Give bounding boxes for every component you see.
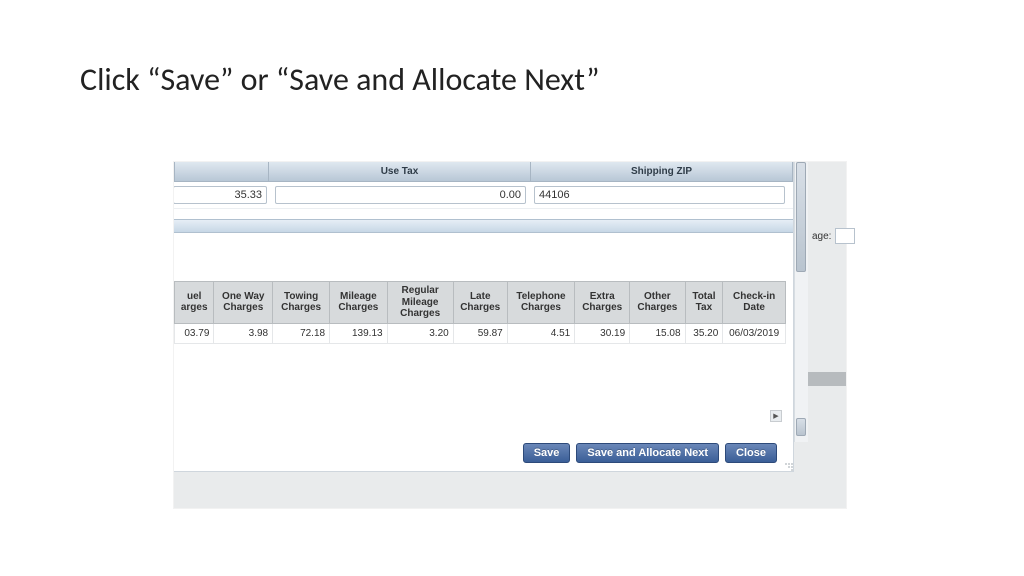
cell-extra: 30.19 (575, 323, 630, 343)
cell-check-in-date: 06/03/2019 (723, 323, 786, 343)
header-cell-empty (175, 162, 269, 181)
save-button[interactable]: Save (523, 443, 571, 463)
left-value-input[interactable]: 35.33 (174, 186, 267, 204)
dialog-panel: Use Tax Shipping ZIP 35.33 0.00 44106 ue… (174, 162, 794, 472)
background-strip (808, 372, 846, 386)
header-shipping-zip: Shipping ZIP (531, 162, 792, 181)
h-scroll-right-icon[interactable] (770, 410, 782, 422)
cell-other: 15.08 (630, 323, 685, 343)
input-row: 35.33 0.00 44106 (174, 182, 793, 209)
age-input-fragment[interactable] (835, 228, 855, 244)
v-scrollbar-thumb-bottom[interactable] (796, 418, 806, 436)
cell-mileage: 139.13 (330, 323, 388, 343)
col-one-way-charges: One Way Charges (214, 282, 273, 324)
slide-title: Click “Save” or “Save and Allocate Next” (80, 60, 599, 99)
save-and-allocate-next-button[interactable]: Save and Allocate Next (576, 443, 719, 463)
cell-telephone: 4.51 (507, 323, 574, 343)
cell-total-tax: 35.20 (685, 323, 723, 343)
table-row: 03.79 3.98 72.18 139.13 3.20 59.87 4.51 … (175, 323, 786, 343)
section-divider-bar (174, 219, 793, 233)
col-telephone-charges: Telephone Charges (507, 282, 574, 324)
col-towing-charges: Towing Charges (273, 282, 330, 324)
header-use-tax: Use Tax (269, 162, 531, 181)
col-total-tax: Total Tax (685, 282, 723, 324)
charges-grid: uel arges One Way Charges Towing Charges… (174, 281, 786, 344)
col-other-charges: Other Charges (630, 282, 685, 324)
close-button[interactable]: Close (725, 443, 777, 463)
v-scrollbar-thumb[interactable] (796, 162, 806, 272)
grid-header-row: uel arges One Way Charges Towing Charges… (175, 282, 786, 324)
cell-late: 59.87 (453, 323, 507, 343)
cell-towing: 72.18 (273, 323, 330, 343)
col-late-charges: Late Charges (453, 282, 507, 324)
shipping-zip-input[interactable]: 44106 (534, 186, 785, 204)
col-check-in-date: Check-in Date (723, 282, 786, 324)
age-label: age: (812, 231, 831, 242)
age-label-fragment: age: (812, 228, 855, 244)
header-row: Use Tax Shipping ZIP (174, 162, 793, 182)
col-fuel-charges: uel arges (175, 282, 214, 324)
screenshot-shell: Use Tax Shipping ZIP 35.33 0.00 44106 ue… (174, 162, 846, 508)
cell-reg-mile: 3.20 (387, 323, 453, 343)
cell-fuel: 03.79 (175, 323, 214, 343)
col-regular-mileage: Regular Mileage Charges (387, 282, 453, 324)
cell-one-way: 3.98 (214, 323, 273, 343)
col-mileage-charges: Mileage Charges (330, 282, 388, 324)
button-bar: Save Save and Allocate Next Close (523, 443, 777, 463)
use-tax-input[interactable]: 0.00 (275, 186, 526, 204)
col-extra-charges: Extra Charges (575, 282, 630, 324)
